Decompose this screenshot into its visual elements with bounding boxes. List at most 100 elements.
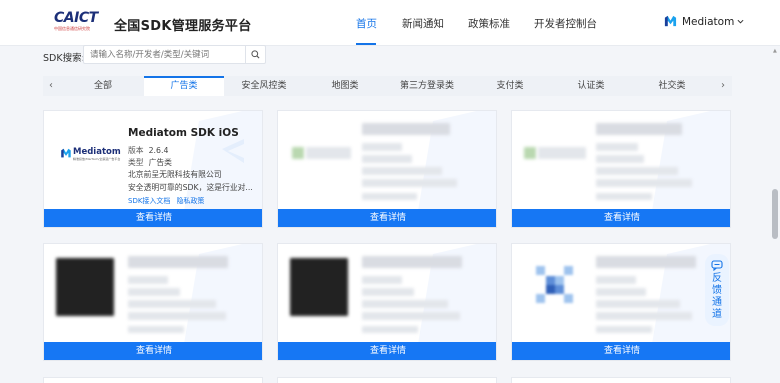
user-name: Mediatom: [682, 15, 735, 28]
sdk-docs-link[interactable]: SDK接入文档: [128, 197, 170, 205]
blurred-line: [362, 179, 457, 187]
type-label: 类型: [128, 158, 144, 167]
tab-advertising[interactable]: 广告类: [144, 76, 224, 96]
blurred-line: [596, 143, 638, 151]
privacy-policy-link[interactable]: 隐私政策: [176, 197, 204, 205]
view-details-button[interactable]: 查看详情: [512, 342, 730, 360]
blurred-line: [596, 193, 652, 200]
blurred-line: [362, 300, 448, 308]
scroll-up-arrow-icon[interactable]: ▲: [773, 48, 777, 54]
blurred-line: [128, 288, 180, 296]
sdk-card[interactable]: 查看详情: [43, 243, 263, 361]
tab-third-party-login[interactable]: 第三方登录类: [386, 76, 468, 96]
logo-sub-text: 中国信息通信研究院: [54, 26, 90, 31]
feedback-channel-button[interactable]: 反 馈 通 道: [705, 254, 729, 326]
search-input[interactable]: [84, 46, 239, 63]
logo-wordmark: Mediatom: [73, 147, 121, 157]
sdk-description: 安全透明可靠的SDK，这是行业对...: [128, 183, 253, 192]
sdk-links: SDK接入文档 隐私政策: [128, 196, 210, 206]
view-details-button[interactable]: 查看详情: [278, 209, 496, 227]
site-title: 全国SDK管理服务平台: [114, 19, 252, 34]
tabs-scroll-left-icon[interactable]: ‹: [45, 76, 57, 96]
blurred-logo: [290, 258, 348, 316]
sdk-type-row: 类型 广告类: [128, 157, 172, 168]
search-box: [83, 45, 266, 64]
blurred-line: [362, 143, 402, 151]
blurred-line: [362, 167, 442, 175]
caict-logo[interactable]: CAICT 中国信息通信研究院: [54, 11, 100, 35]
view-details-button[interactable]: 查看详情: [512, 209, 730, 227]
sdk-card[interactable]: 查看详情: [511, 110, 731, 228]
blurred-line: [596, 155, 644, 163]
logo-main-text: CAICT: [54, 10, 98, 26]
view-details-button[interactable]: 查看详情: [44, 342, 262, 360]
tab-payment[interactable]: 支付类: [470, 76, 550, 96]
blurred-name: [362, 123, 450, 135]
sdk-card-mediatom[interactable]: Mediatom 精准投放/MarTech/全渠道广告平台 Mediatom S…: [43, 110, 263, 228]
category-tabs: ‹ 全部 广告类 安全风控类 地图类 第三方登录类 支付类 认证类 社交类 ›: [43, 76, 732, 96]
top-header: CAICT 中国信息通信研究院 全国SDK管理服务平台 首页 新闻通知 政策标准…: [0, 0, 780, 46]
tab-social[interactable]: 社交类: [632, 76, 712, 96]
blurred-logo-text: [306, 147, 351, 159]
blurred-line: [362, 326, 418, 333]
blurred-name: [596, 123, 682, 135]
tab-authentication[interactable]: 认证类: [551, 76, 631, 96]
blurred-logo-text: [538, 147, 586, 159]
blurred-logo: [524, 147, 536, 159]
nav-policy[interactable]: 政策标准: [468, 16, 510, 31]
feedback-text: 馈: [712, 285, 722, 296]
version-label: 版本: [128, 146, 144, 155]
blurred-line: [128, 326, 184, 333]
scrollbar-thumb[interactable]: [772, 189, 778, 239]
tabs-scroll-right-icon[interactable]: ›: [717, 76, 729, 96]
nav-developer-console[interactable]: 开发者控制台: [534, 16, 597, 31]
user-menu[interactable]: Mediatom: [664, 15, 744, 28]
chevron-down-icon: [737, 19, 744, 24]
blurred-line: [362, 276, 402, 284]
search-icon: [251, 50, 260, 59]
blurred-line: [128, 276, 168, 284]
blurred-line: [362, 288, 414, 296]
blurred-line: [128, 300, 216, 308]
chat-icon: [711, 260, 723, 271]
feedback-text: 道: [712, 309, 722, 320]
tab-all[interactable]: 全部: [63, 76, 143, 96]
view-details-button[interactable]: 查看详情: [278, 342, 496, 360]
tab-security-risk[interactable]: 安全风控类: [224, 76, 304, 96]
mediatom-card-logo: Mediatom 精准投放/MarTech/全渠道广告平台: [58, 143, 121, 165]
view-details-button[interactable]: 查看详情: [44, 209, 262, 227]
blurred-logo: [56, 258, 114, 316]
blurred-line: [128, 312, 226, 320]
blurred-line: [596, 179, 692, 187]
sdk-card[interactable]: 查看详情: [511, 243, 731, 361]
sdk-card-partial: [43, 377, 263, 383]
blurred-line: [596, 276, 636, 284]
feedback-text: 通: [712, 297, 722, 308]
sdk-card-partial: [511, 377, 731, 383]
blurred-line: [596, 288, 646, 296]
blurred-line: [596, 326, 652, 333]
nav-news[interactable]: 新闻通知: [402, 16, 444, 31]
blurred-logo: [536, 266, 573, 303]
active-nav-indicator: [356, 43, 376, 45]
blurred-line: [362, 312, 460, 320]
nav-home[interactable]: 首页: [356, 16, 377, 31]
sdk-card[interactable]: 查看详情: [277, 110, 497, 228]
blurred-line: [596, 312, 692, 320]
blurred-name: [362, 256, 462, 268]
sdk-card[interactable]: 查看详情: [277, 243, 497, 361]
feedback-text: 反: [712, 273, 722, 284]
search-button[interactable]: [245, 46, 265, 63]
sdk-card-partial: [277, 377, 497, 383]
sdk-company: 北京前呈无限科技有限公司: [128, 170, 222, 179]
blurred-name: [596, 256, 696, 268]
sdk-name: Mediatom SDK iOS: [128, 127, 239, 139]
mediatom-logo-icon: [664, 15, 677, 27]
mediatom-logo-icon: [61, 148, 71, 158]
blurred-line: [596, 167, 678, 175]
type-value: 广告类: [148, 158, 172, 167]
blurred-logo: [292, 147, 304, 159]
blurred-line: [596, 300, 680, 308]
blurred-line: [362, 193, 417, 200]
tab-map[interactable]: 地图类: [305, 76, 385, 96]
